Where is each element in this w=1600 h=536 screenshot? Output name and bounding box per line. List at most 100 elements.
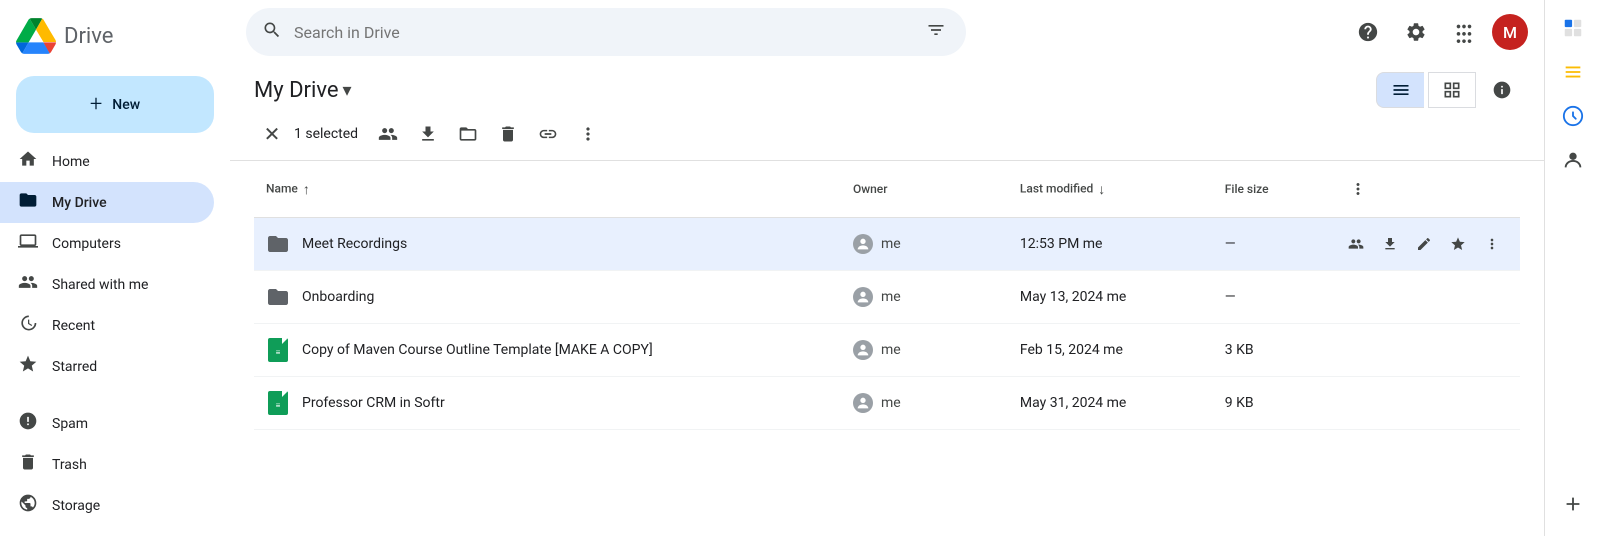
modified-cell: May 31, 2024 me [1008, 377, 1213, 430]
view-controls [1376, 72, 1520, 108]
help-button[interactable] [1348, 12, 1388, 52]
owner-name: me [881, 342, 901, 358]
selected-count: 1 selected [294, 126, 358, 142]
right-panel-add-button[interactable] [1553, 484, 1593, 524]
drive-logo-icon [16, 18, 56, 54]
column-more-button[interactable] [1340, 171, 1376, 207]
size-cell: — [1213, 271, 1328, 324]
close-selection-button[interactable]: ✕ [254, 116, 290, 152]
col-header-name[interactable]: Name ↑ [254, 161, 841, 218]
col-header-modified[interactable]: Last modified ↓ [1008, 161, 1213, 218]
modified-cell: 12:53 PM me [1008, 218, 1213, 271]
info-button[interactable] [1484, 72, 1520, 108]
app-logo: Drive [0, 8, 230, 64]
computers-icon [16, 231, 40, 256]
starred-icon [16, 354, 40, 379]
file-name: Professor CRM in Softr [302, 395, 445, 411]
row-actions [1340, 228, 1508, 260]
col-header-actions [1328, 161, 1520, 218]
file-list: Name ↑ Owner Last modified ↓ File size [230, 161, 1544, 536]
modified-cell: May 13, 2024 me [1008, 271, 1213, 324]
folder-icon [266, 232, 290, 256]
right-panel-contacts-button[interactable] [1553, 140, 1593, 180]
row-star-btn[interactable] [1442, 228, 1474, 260]
sidebar-item-label: My Drive [52, 195, 107, 211]
grid-view-button[interactable] [1428, 72, 1476, 108]
list-view-button[interactable] [1376, 72, 1424, 108]
main-content: M My Drive ▾ ✕ 1 selected [230, 0, 1544, 536]
owner-cell: me [841, 218, 1008, 271]
apps-button[interactable] [1444, 12, 1484, 52]
owner-name: me [881, 395, 901, 411]
my-drive-icon [16, 190, 40, 215]
sheets-icon: ≡ [266, 391, 290, 415]
sidebar-item-label: Shared with me [52, 277, 148, 293]
col-header-size: File size [1213, 161, 1328, 218]
owner-cell: me [841, 324, 1008, 377]
sidebar-item-label: Storage [52, 498, 100, 514]
trash-icon [16, 452, 40, 477]
selection-toolbar: ✕ 1 selected [230, 108, 1544, 161]
sidebar-item-label: Computers [52, 236, 121, 252]
right-panel-tasks-button[interactable] [1553, 52, 1593, 92]
size-cell: — [1213, 218, 1328, 271]
sidebar-item-computers[interactable]: Computers [0, 223, 214, 264]
actions-cell [1328, 271, 1520, 324]
sidebar-item-label: Trash [52, 457, 87, 473]
sidebar: Drive + New Home My Drive Computers Shar… [0, 0, 230, 536]
new-button-label: New [112, 97, 140, 113]
actions-cell [1328, 324, 1520, 377]
storage-icon [16, 493, 40, 518]
sidebar-item-recent[interactable]: Recent [0, 305, 214, 346]
sidebar-item-storage[interactable]: Storage [0, 485, 214, 526]
right-panel-activity-button[interactable] [1553, 96, 1593, 136]
settings-button[interactable] [1396, 12, 1436, 52]
sidebar-item-starred[interactable]: Starred [0, 346, 214, 387]
sidebar-item-shared-with-me[interactable]: Shared with me [0, 264, 214, 305]
folder-icon [266, 285, 290, 309]
sidebar-item-label: Home [52, 154, 90, 170]
right-panel-notifications-button[interactable] [1553, 8, 1593, 48]
search-filter-button[interactable] [922, 16, 950, 49]
sidebar-item-my-drive[interactable]: My Drive [0, 182, 214, 223]
toolbar-link-button[interactable] [530, 116, 566, 152]
topbar-right: M [1348, 12, 1528, 52]
shared-with-me-icon [16, 272, 40, 297]
toolbar-more-button[interactable] [570, 116, 606, 152]
sidebar-item-home[interactable]: Home [0, 141, 214, 182]
toolbar-delete-button[interactable] [490, 116, 526, 152]
new-button[interactable]: + New [16, 76, 214, 133]
drive-header: My Drive ▾ [230, 64, 1544, 108]
owner-avatar [853, 287, 873, 307]
sidebar-item-spam[interactable]: Spam [0, 403, 214, 444]
new-plus-icon: + [90, 92, 102, 117]
table-row[interactable]: Meet Recordings me 12:53 PM me — [254, 218, 1520, 271]
row-download-btn[interactable] [1374, 228, 1406, 260]
toolbar-share-button[interactable] [370, 116, 406, 152]
table-row[interactable]: Onboarding me May 13, 2024 me — [254, 271, 1520, 324]
col-header-owner: Owner [841, 161, 1008, 218]
file-name-cell: Onboarding [254, 271, 841, 324]
row-share-btn[interactable] [1340, 228, 1372, 260]
file-name-cell: ≡ Professor CRM in Softr [254, 377, 841, 430]
row-more-btn[interactable] [1476, 228, 1508, 260]
sort-modified-icon: ↓ [1098, 182, 1105, 198]
sidebar-item-trash[interactable]: Trash [0, 444, 214, 485]
user-avatar[interactable]: M [1492, 14, 1528, 50]
drive-title-dropdown[interactable]: ▾ [343, 80, 352, 101]
table-row[interactable]: ≡ Professor CRM in Softr me May 31, 2024… [254, 377, 1520, 430]
owner-cell: me [841, 271, 1008, 324]
toolbar-move-button[interactable] [450, 116, 486, 152]
toolbar-download-button[interactable] [410, 116, 446, 152]
row-actions [1340, 281, 1508, 313]
sidebar-item-label: Starred [52, 359, 97, 375]
size-cell: 3 KB [1213, 324, 1328, 377]
table-row[interactable]: ≡ Copy of Maven Course Outline Template … [254, 324, 1520, 377]
row-edit-btn[interactable] [1408, 228, 1440, 260]
search-input[interactable] [294, 23, 910, 42]
owner-name: me [881, 236, 901, 252]
owner-avatar [853, 393, 873, 413]
size-cell: 9 KB [1213, 377, 1328, 430]
owner-avatar [853, 340, 873, 360]
modified-cell: Feb 15, 2024 me [1008, 324, 1213, 377]
